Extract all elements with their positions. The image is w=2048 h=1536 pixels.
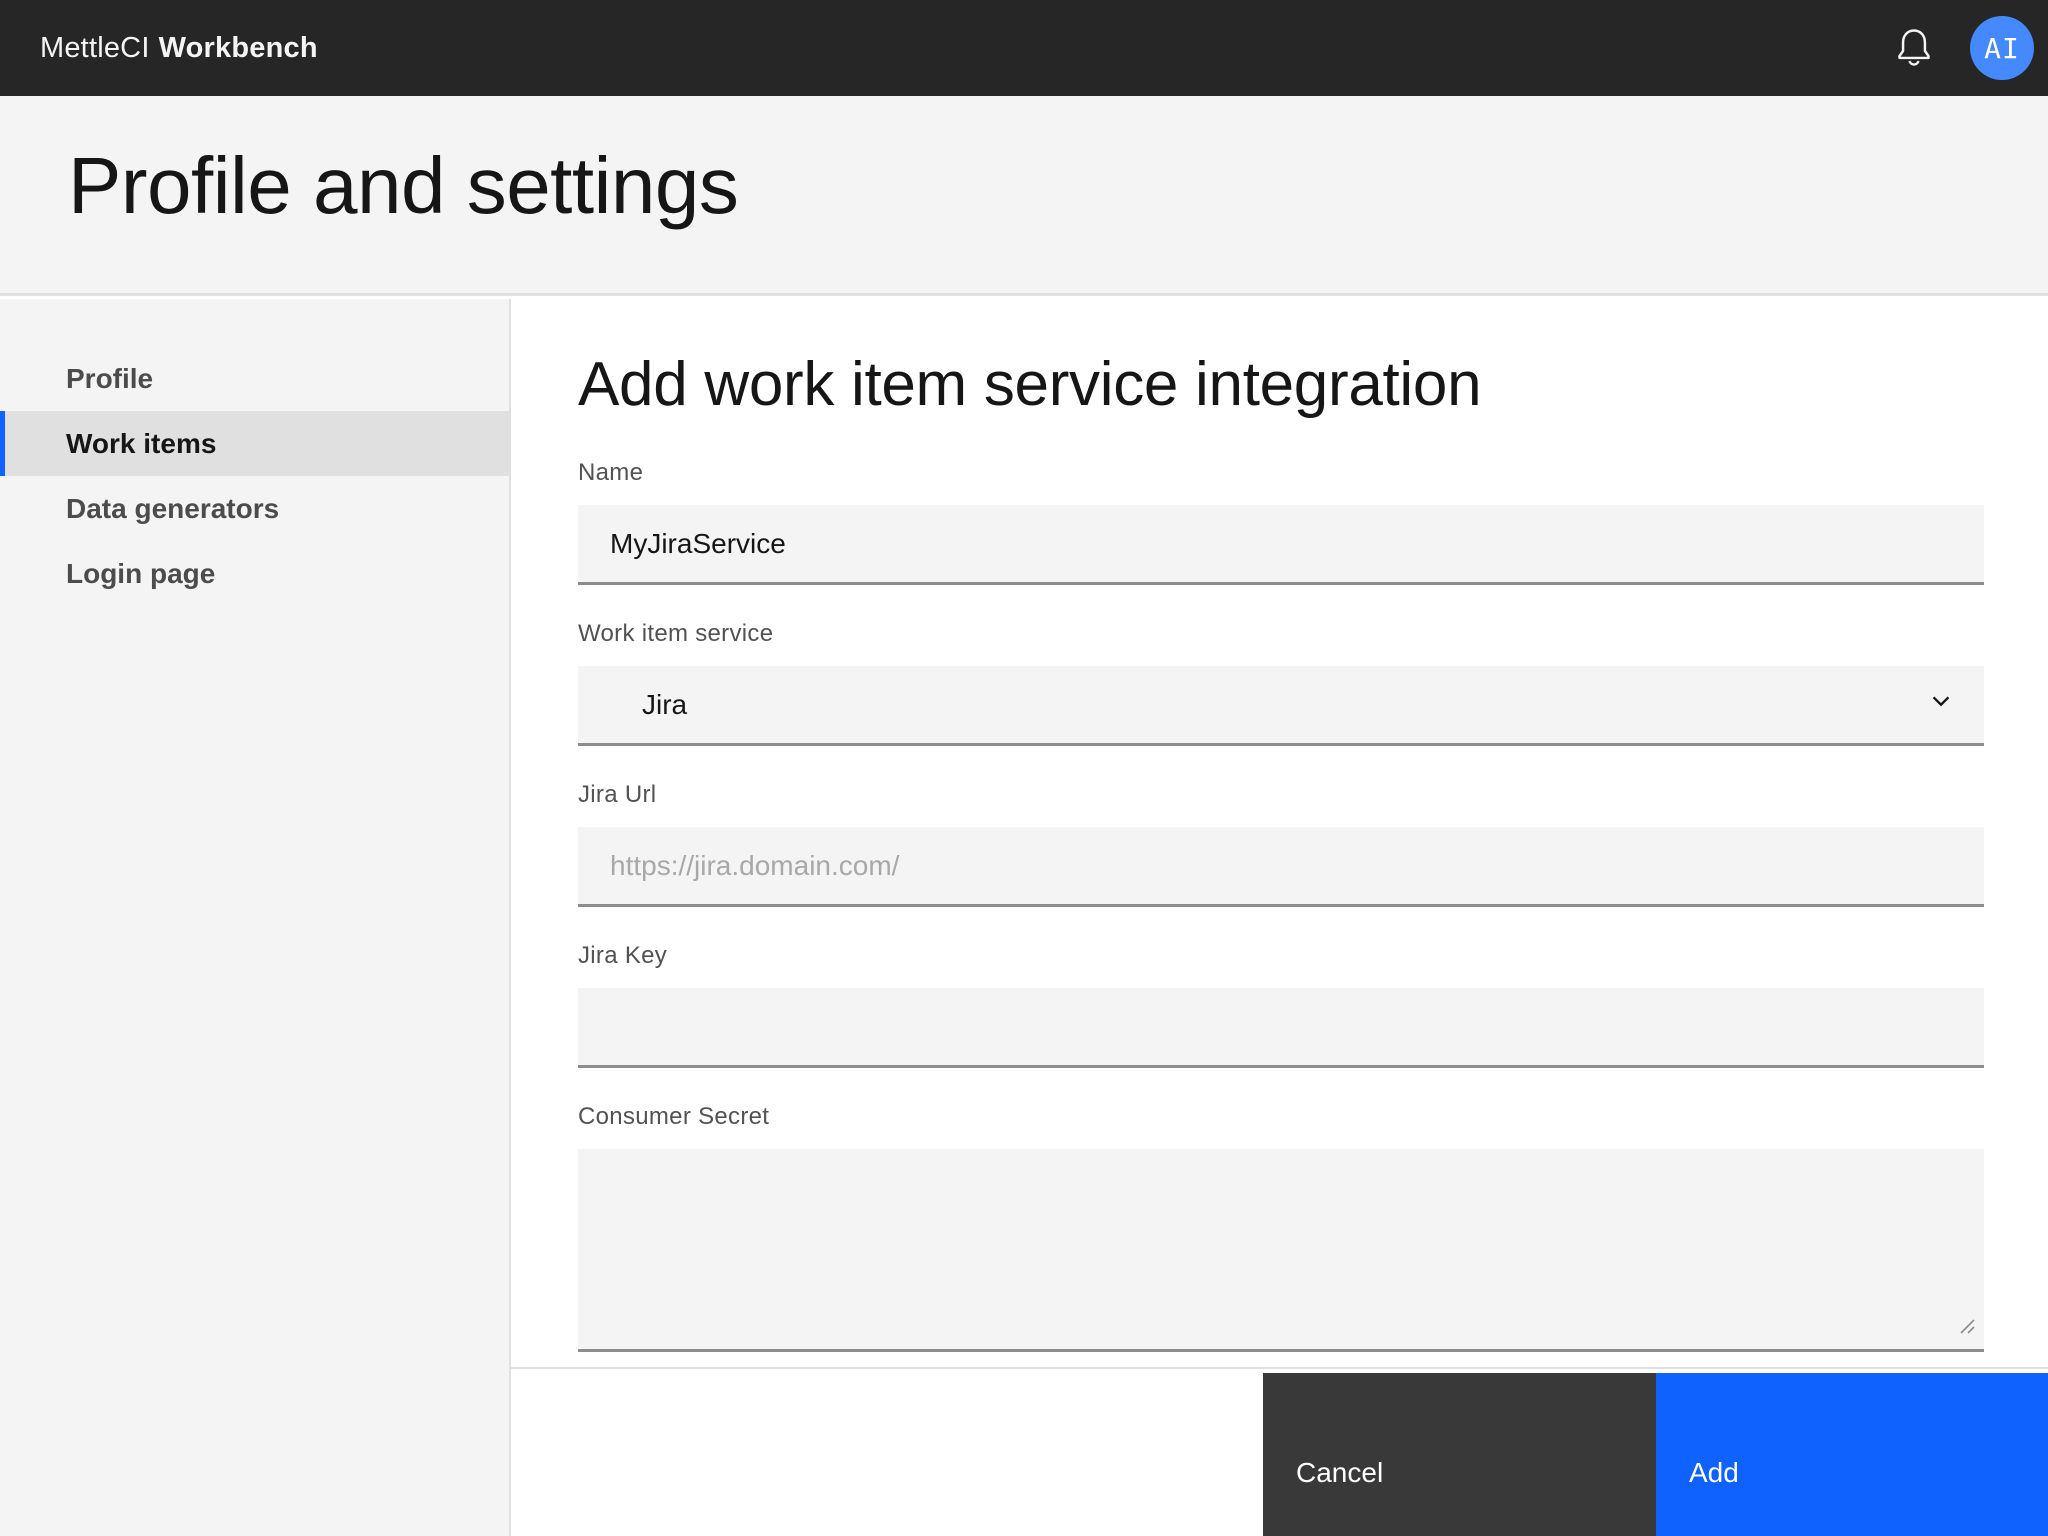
sidebar-item-label: Data generators — [66, 492, 280, 524]
name-label: Name — [578, 459, 644, 486]
footer-actions: Cancel Add — [1263, 1373, 2048, 1536]
consumer-secret-textarea-wrap — [578, 1149, 1984, 1352]
app-header: MettleCI Workbench AI — [0, 0, 2048, 96]
jira-key-input[interactable] — [578, 988, 1984, 1068]
work-item-service-selected-value: Jira — [642, 688, 688, 720]
chevron-down-icon — [1924, 684, 1958, 725]
user-avatar[interactable]: AI — [1970, 16, 2034, 80]
notifications-button[interactable] — [1888, 22, 1940, 74]
jira-url-label: Jira Url — [578, 781, 657, 808]
bell-icon — [1891, 24, 1937, 73]
section-heading: Add work item service integration — [578, 350, 1482, 419]
page-title: Profile and settings — [68, 141, 739, 230]
sidebar-item-data-generators[interactable]: Data generators — [0, 476, 509, 541]
work-item-service-select[interactable]: Jira — [578, 666, 1984, 746]
add-button[interactable]: Add — [1656, 1373, 2048, 1536]
sidebar-item-work-items[interactable]: Work items — [0, 411, 509, 476]
name-input[interactable] — [578, 505, 1984, 585]
sidebar-item-label: Login page — [66, 557, 216, 589]
header-actions: AI — [1888, 0, 2034, 96]
brand-product: Workbench — [158, 31, 318, 64]
brand: MettleCI Workbench — [40, 32, 318, 65]
page-title-band: Profile and settings — [0, 96, 2048, 296]
settings-sidebar: Profile Work items Data generators Login… — [0, 299, 511, 1536]
consumer-secret-textarea[interactable] — [578, 1149, 1984, 1352]
sidebar-item-login-page[interactable]: Login page — [0, 541, 509, 606]
sidebar-item-label: Profile — [66, 362, 154, 394]
jira-url-field-group: Jira Url — [578, 780, 1984, 907]
work-item-service-form: Name Work item service Jira Jira Url Jir… — [578, 458, 1984, 1386]
footer-divider — [511, 1367, 2048, 1369]
consumer-secret-label: Consumer Secret — [578, 1103, 770, 1130]
cancel-button[interactable]: Cancel — [1263, 1373, 1656, 1536]
work-item-service-field-group: Work item service Jira — [578, 619, 1984, 746]
main-panel: Add work item service integration Name W… — [511, 299, 2048, 1536]
avatar-initials: AI — [1984, 31, 2020, 65]
consumer-secret-field-group: Consumer Secret — [578, 1102, 1984, 1352]
jira-url-input[interactable] — [578, 827, 1984, 907]
sidebar-item-profile[interactable]: Profile — [0, 346, 509, 411]
name-field-group: Name — [578, 458, 1984, 585]
brand-prefix: MettleCI — [40, 31, 150, 64]
jira-key-label: Jira Key — [578, 942, 668, 969]
jira-key-field-group: Jira Key — [578, 941, 1984, 1068]
sidebar-item-label: Work items — [66, 427, 217, 459]
work-item-service-label: Work item service — [578, 620, 774, 647]
